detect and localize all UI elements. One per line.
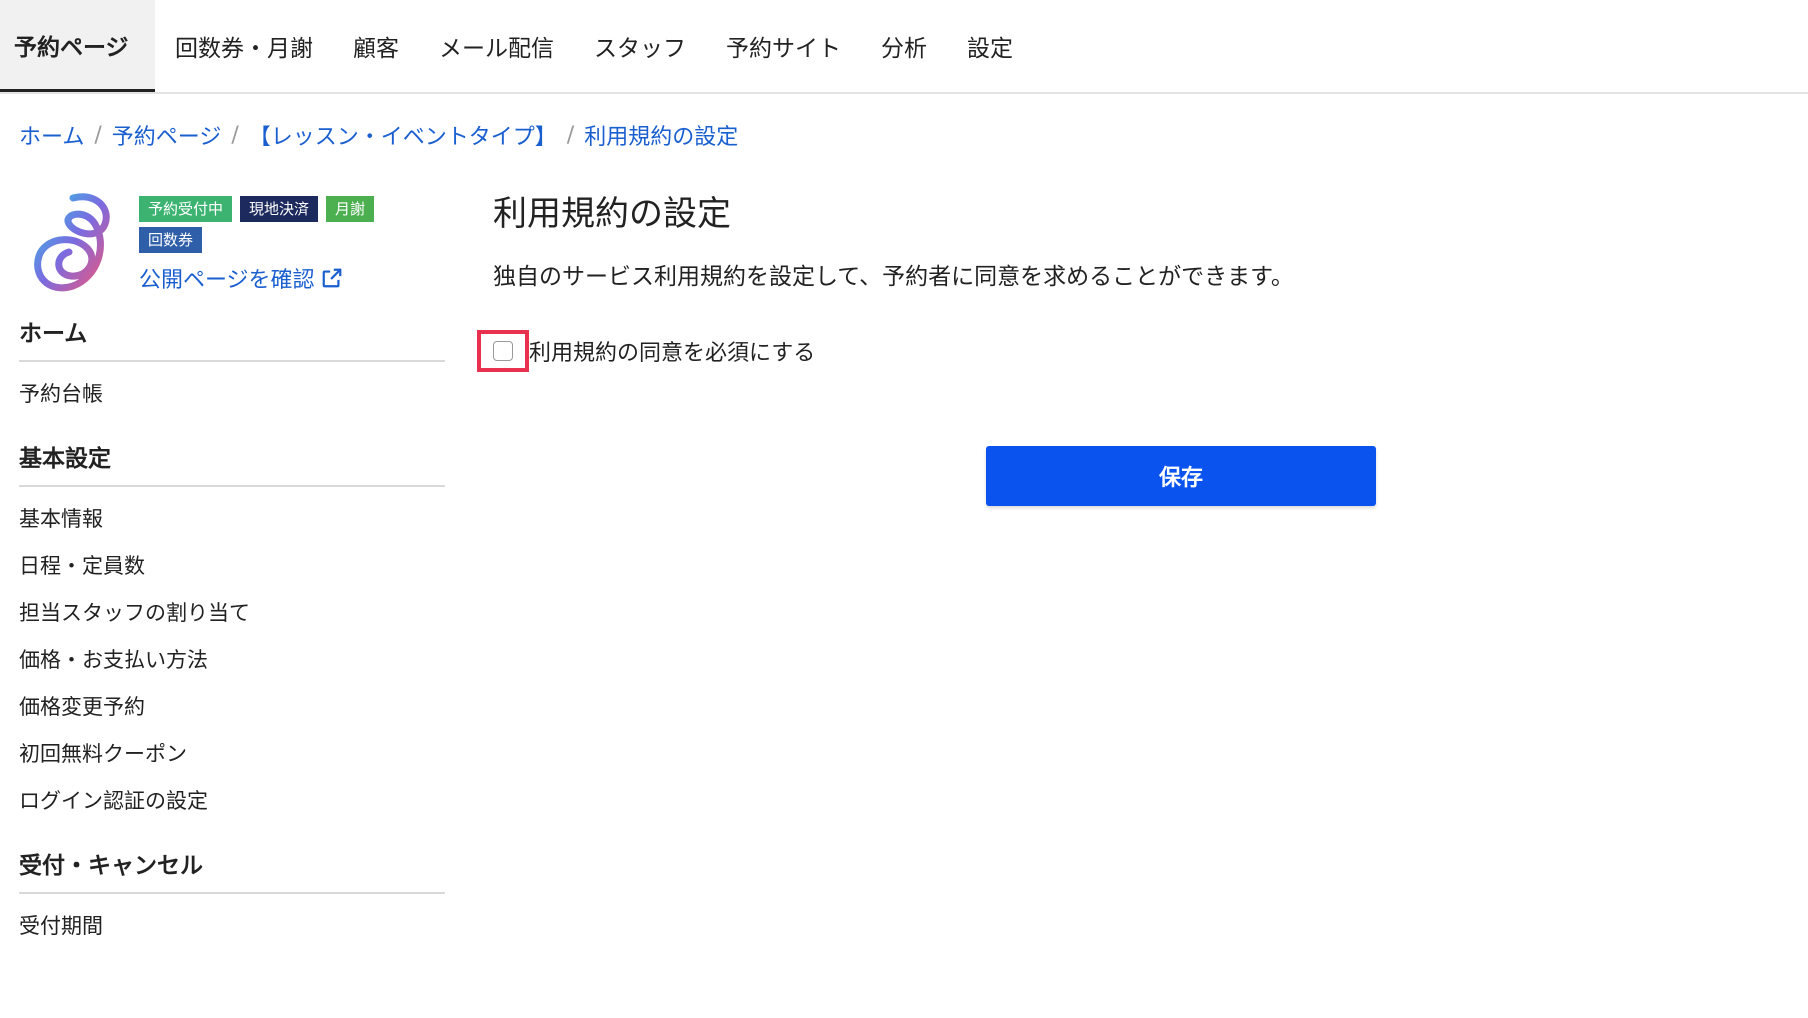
- tab-settings[interactable]: 設定: [947, 0, 1033, 92]
- breadcrumb-lesson-event-type[interactable]: 【レッスン・イベントタイプ】: [249, 119, 557, 151]
- status-badges: 予約受付中 現地決済 月謝 回数券: [139, 196, 439, 253]
- save-button[interactable]: 保存: [986, 446, 1376, 506]
- public-page-link[interactable]: 公開ページを確認: [139, 262, 343, 294]
- sidebar-item-staff-assignment[interactable]: 担当スタッフの割り当て: [19, 595, 445, 642]
- sidebar-item-price-change[interactable]: 価格変更予約: [19, 689, 445, 736]
- tab-reservation-site[interactable]: 予約サイト: [706, 0, 861, 92]
- badge-monthly: 月謝: [326, 196, 375, 222]
- sidebar-section-basic-settings: 基本設定: [19, 439, 445, 487]
- sidebar-item-schedule-capacity[interactable]: 日程・定員数: [19, 548, 445, 595]
- public-page-link-label: 公開ページを確認: [139, 268, 315, 293]
- sidebar-item-basic-info[interactable]: 基本情報: [19, 501, 445, 548]
- external-link-icon: [322, 268, 341, 288]
- breadcrumb-separator: /: [94, 122, 102, 148]
- top-navigation: 予約ページ 回数券・月謝 顧客 メール配信 スタッフ 予約サイト 分析 設定: [0, 0, 1808, 94]
- sidebar-section-home: ホーム: [19, 314, 445, 362]
- sidebar-section-reception-cancel: 受付・キャンセル: [19, 846, 445, 894]
- badge-accepting: 予約受付中: [139, 196, 233, 222]
- terms-required-label[interactable]: 利用規約の同意を必須にする: [529, 335, 815, 367]
- sidebar-item-first-free-coupon[interactable]: 初回無料クーポン: [19, 736, 445, 783]
- tab-analytics[interactable]: 分析: [861, 0, 947, 92]
- terms-required-checkbox-highlight[interactable]: [477, 330, 529, 372]
- breadcrumb-reservation-pages[interactable]: 予約ページ: [112, 119, 222, 151]
- page-profile: 予約受付中 現地決済 月謝 回数券 公開ページを確認: [19, 188, 445, 298]
- breadcrumb-separator: /: [231, 122, 239, 148]
- breadcrumb-home[interactable]: ホーム: [19, 119, 84, 151]
- tab-tickets-monthly[interactable]: 回数券・月謝: [155, 0, 333, 92]
- breadcrumb: ホーム / 予約ページ / 【レッスン・イベントタイプ】 / 利用規約の設定: [19, 118, 738, 152]
- badge-onsite-payment: 現地決済: [240, 196, 319, 222]
- tab-customers[interactable]: 顧客: [333, 0, 419, 92]
- sidebar-item-reception-period[interactable]: 受付期間: [19, 908, 445, 955]
- sidebar: 予約受付中 現地決済 月謝 回数券 公開ページを確認 ホーム 予約台帳 基本設定…: [19, 188, 445, 955]
- main-content: 利用規約の設定 独自のサービス利用規約を設定して、予約者に同意を求めることができ…: [477, 186, 1733, 506]
- badge-ticket: 回数券: [139, 227, 203, 253]
- breadcrumb-separator: /: [566, 122, 575, 148]
- terms-required-option: 利用規約の同意を必須にする: [477, 330, 815, 372]
- page-description: 独自のサービス利用規約を設定して、予約者に同意を求めることができます。: [493, 264, 1294, 290]
- page-title: 利用規約の設定: [493, 194, 731, 234]
- sidebar-item-reservation-ledger[interactable]: 予約台帳: [19, 376, 445, 423]
- sidebar-item-login-auth[interactable]: ログイン認証の設定: [19, 783, 445, 830]
- breadcrumb-terms-settings[interactable]: 利用規約の設定: [584, 119, 738, 151]
- terms-required-checkbox[interactable]: [493, 341, 513, 361]
- sidebar-item-price-payment[interactable]: 価格・お支払い方法: [19, 642, 445, 689]
- tab-mail-delivery[interactable]: メール配信: [419, 0, 574, 92]
- tab-reservation-pages[interactable]: 予約ページ: [0, 0, 155, 92]
- tab-staff[interactable]: スタッフ: [574, 0, 706, 92]
- brand-logo-icon: [34, 193, 110, 292]
